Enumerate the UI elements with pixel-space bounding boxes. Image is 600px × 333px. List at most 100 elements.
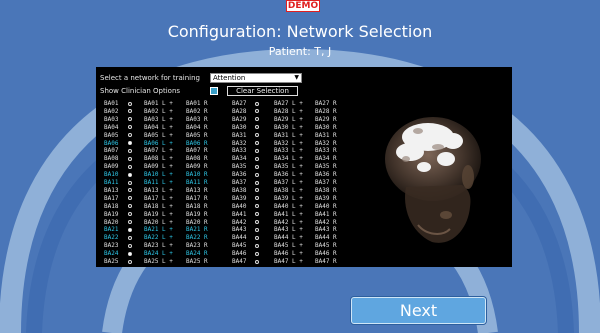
right-hemisphere-option[interactable]: BA47 R — [315, 258, 337, 265]
bilateral-radio[interactable] — [255, 220, 259, 224]
right-hemisphere-option[interactable]: BA44 R — [315, 234, 337, 241]
right-hemisphere-option[interactable]: BA06 R — [186, 140, 208, 147]
bilateral-radio[interactable] — [255, 212, 259, 217]
bilateral-radio[interactable] — [255, 188, 259, 193]
right-hemisphere-option[interactable]: BA36 R — [315, 171, 337, 178]
right-hemisphere-option[interactable]: BA32 R — [315, 140, 337, 147]
left-hemisphere-option[interactable]: BA02 L + — [144, 108, 173, 115]
left-hemisphere-option[interactable]: BA17 L + — [144, 195, 173, 202]
bilateral-radio[interactable] — [255, 196, 259, 201]
right-hemisphere-option[interactable]: BA05 R — [186, 132, 208, 139]
bilateral-radio[interactable] — [128, 212, 132, 217]
left-hemisphere-option[interactable]: BA34 L + — [274, 155, 303, 162]
right-hemisphere-option[interactable]: BA29 R — [315, 116, 337, 123]
left-hemisphere-option[interactable]: BA29 L + — [274, 116, 303, 123]
left-hemisphere-option[interactable]: BA42 L + — [274, 219, 303, 226]
clear-selection-button[interactable]: Clear Selection — [227, 86, 298, 96]
left-hemisphere-option[interactable]: BA03 L + — [144, 116, 173, 123]
left-hemisphere-option[interactable]: BA39 L + — [274, 195, 303, 202]
right-hemisphere-option[interactable]: BA03 R — [186, 116, 208, 123]
show-clinician-options-checkbox[interactable] — [210, 87, 218, 95]
left-hemisphere-option[interactable]: BA06 L + — [144, 140, 173, 147]
left-hemisphere-option[interactable]: BA47 L + — [274, 258, 303, 265]
bilateral-radio[interactable] — [255, 204, 259, 209]
right-hemisphere-option[interactable]: BA22 R — [186, 234, 208, 241]
left-hemisphere-option[interactable]: BA25 L + — [144, 258, 173, 265]
left-hemisphere-option[interactable]: BA08 L + — [144, 155, 173, 162]
right-hemisphere-option[interactable]: BA27 R — [315, 100, 337, 107]
right-hemisphere-option[interactable]: BA13 R — [186, 187, 208, 194]
left-hemisphere-option[interactable]: BA46 L + — [274, 250, 303, 257]
right-hemisphere-option[interactable]: BA37 R — [315, 179, 337, 186]
bilateral-radio[interactable] — [128, 196, 132, 201]
left-hemisphere-option[interactable]: BA21 L + — [144, 226, 173, 233]
bilateral-radio[interactable] — [128, 156, 132, 161]
left-hemisphere-option[interactable]: BA13 L + — [144, 187, 173, 194]
bilateral-radio[interactable] — [128, 101, 132, 106]
left-hemisphere-option[interactable]: BA35 L + — [274, 163, 303, 170]
bilateral-radio[interactable] — [255, 235, 259, 240]
right-hemisphere-option[interactable]: BA30 R — [315, 124, 337, 131]
network-dropdown[interactable]: Attention ▼ — [210, 73, 302, 83]
right-hemisphere-option[interactable]: BA20 R — [186, 219, 208, 226]
right-hemisphere-option[interactable]: BA17 R — [186, 195, 208, 202]
right-hemisphere-option[interactable]: BA21 R — [186, 226, 208, 233]
bilateral-radio[interactable] — [255, 125, 259, 130]
right-hemisphere-option[interactable]: BA28 R — [315, 108, 337, 115]
bilateral-radio[interactable] — [128, 204, 132, 209]
right-hemisphere-option[interactable]: BA23 R — [186, 242, 208, 249]
bilateral-radio[interactable] — [255, 109, 259, 114]
right-hemisphere-option[interactable]: BA24 R — [186, 250, 208, 257]
left-hemisphere-option[interactable]: BA05 L + — [144, 132, 173, 139]
bilateral-radio[interactable] — [128, 235, 132, 240]
right-hemisphere-option[interactable]: BA31 R — [315, 132, 337, 139]
bilateral-radio[interactable] — [128, 133, 132, 138]
left-hemisphere-option[interactable]: BA04 L + — [144, 124, 173, 131]
bilateral-radio[interactable] — [255, 164, 259, 169]
bilateral-radio[interactable] — [255, 180, 259, 185]
right-hemisphere-option[interactable]: BA02 R — [186, 108, 208, 115]
bilateral-radio[interactable] — [128, 220, 132, 224]
left-hemisphere-option[interactable]: BA43 L + — [274, 226, 303, 233]
right-hemisphere-option[interactable]: BA01 R — [186, 100, 208, 107]
bilateral-radio[interactable] — [128, 227, 132, 232]
left-hemisphere-option[interactable]: BA22 L + — [144, 234, 173, 241]
left-hemisphere-option[interactable]: BA30 L + — [274, 124, 303, 131]
right-hemisphere-option[interactable]: BA25 R — [186, 258, 208, 265]
left-hemisphere-option[interactable]: BA19 L + — [144, 211, 173, 218]
bilateral-radio[interactable] — [128, 117, 132, 122]
right-hemisphere-option[interactable]: BA41 R — [315, 211, 337, 218]
right-hemisphere-option[interactable]: BA35 R — [315, 163, 337, 170]
left-hemisphere-option[interactable]: BA44 L + — [274, 234, 303, 241]
bilateral-radio[interactable] — [255, 227, 259, 232]
bilateral-radio[interactable] — [255, 251, 259, 256]
bilateral-radio[interactable] — [255, 259, 259, 264]
left-hemisphere-option[interactable]: BA28 L + — [274, 108, 303, 115]
right-hemisphere-option[interactable]: BA09 R — [186, 163, 208, 170]
left-hemisphere-option[interactable]: BA18 L + — [144, 203, 173, 210]
right-hemisphere-option[interactable]: BA42 R — [315, 219, 337, 226]
bilateral-radio[interactable] — [128, 188, 132, 193]
bilateral-radio[interactable] — [255, 141, 259, 145]
right-hemisphere-option[interactable]: BA34 R — [315, 155, 337, 162]
bilateral-radio[interactable] — [255, 101, 259, 106]
right-hemisphere-option[interactable]: BA39 R — [315, 195, 337, 202]
bilateral-radio[interactable] — [128, 148, 132, 153]
right-hemisphere-option[interactable]: BA18 R — [186, 203, 208, 210]
bilateral-radio[interactable] — [128, 180, 132, 185]
bilateral-radio[interactable] — [255, 243, 259, 248]
left-hemisphere-option[interactable]: BA24 L + — [144, 250, 173, 257]
bilateral-radio[interactable] — [128, 243, 132, 248]
left-hemisphere-option[interactable]: BA36 L + — [274, 171, 303, 178]
bilateral-radio[interactable] — [255, 148, 259, 153]
next-button[interactable]: Next — [351, 297, 486, 324]
right-hemisphere-option[interactable]: BA04 R — [186, 124, 208, 131]
bilateral-radio[interactable] — [128, 251, 132, 256]
left-hemisphere-option[interactable]: BA32 L + — [274, 140, 303, 147]
left-hemisphere-option[interactable]: BA45 L + — [274, 242, 303, 249]
right-hemisphere-option[interactable]: BA10 R — [186, 171, 208, 178]
left-hemisphere-option[interactable]: BA23 L + — [144, 242, 173, 249]
left-hemisphere-option[interactable]: BA07 L + — [144, 147, 173, 154]
left-hemisphere-option[interactable]: BA11 L + — [144, 179, 173, 186]
bilateral-radio[interactable] — [255, 172, 259, 177]
